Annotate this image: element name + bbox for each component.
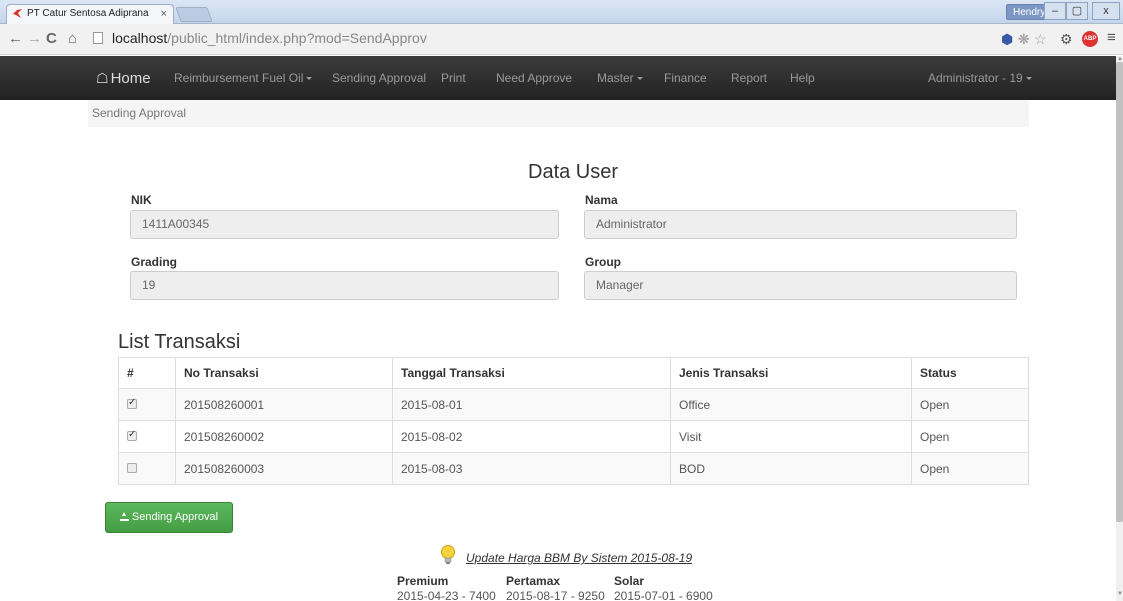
nav-master-dropdown[interactable]: Master [597,56,643,100]
window-close-button[interactable]: x [1092,2,1120,20]
nama-label: Nama [585,193,618,207]
forward-arrow-icon[interactable]: → [27,30,42,47]
grading-field[interactable]: 19 [130,271,559,300]
pertamax-value: 2015-08-17 - 9250 [506,589,605,601]
tab-title: PT Catur Sentosa Adiprana [27,8,149,19]
data-user-title: Data User [528,161,619,183]
solar-value: 2015-07-01 - 6900 [614,589,713,601]
new-tab-button[interactable] [175,7,213,22]
pertamax-label: Pertamax [506,574,561,588]
table-row: 201508260001 2015-08-01 Office Open [118,388,1029,421]
group-label: Group [585,255,621,269]
page-icon [93,32,103,44]
table-row: 201508260002 2015-08-02 Visit Open [118,420,1029,453]
window-minimize-button[interactable]: – [1044,2,1066,20]
browser-titlebar: PT Catur Sentosa Adiprana × Hendry – ▢ x [0,0,1123,24]
row-checkbox-cell [118,420,176,453]
sending-approval-button[interactable]: Sending Approval [105,502,233,533]
nav-sending-approval[interactable]: Sending Approval [332,56,426,100]
column-header: No Transaksi [175,357,393,389]
upload-icon [119,512,129,521]
home-icon: ☖ [96,70,109,86]
reload-icon[interactable]: C [46,30,57,47]
adblock-icon[interactable]: ABP [1082,31,1098,47]
tab-close-icon[interactable]: × [161,5,167,23]
jenis-cell: BOD [670,452,912,485]
url-host: localhost [112,30,168,46]
column-header: # [118,357,176,389]
nav-master-label: Master [597,71,634,85]
row-checkbox[interactable] [127,429,137,441]
nav-user-label: Administrator - 19 [928,71,1023,85]
nav-finance[interactable]: Finance [664,56,707,100]
extension-icon[interactable]: ⚙ [1060,31,1073,48]
breadcrumb: Sending Approval [88,100,1029,127]
sending-approval-button-label: Sending Approval [131,511,219,523]
address-bar[interactable]: localhost/public_html/index.php?mod=Send… [88,27,1088,50]
column-header: Status [911,357,1029,389]
scrollbar-thumb[interactable] [1116,62,1123,522]
premium-value: 2015-04-23 - 7400 [397,589,496,601]
jenis-cell: Office [670,388,912,421]
row-checkbox[interactable] [127,397,137,409]
back-arrow-icon[interactable]: ← [8,30,23,47]
list-transaksi-title: List Transaksi [118,331,241,353]
top-navbar: ☖ Home Reimbursement Fuel Oil Sending App… [0,56,1116,100]
scroll-down-arrow-icon[interactable]: ▼ [1117,591,1123,597]
grading-label: Grading [131,255,178,269]
caret-down-icon [1025,77,1032,81]
nav-reimbursement-label: Reimbursement Fuel Oil [174,71,304,85]
solar-label: Solar [614,574,645,588]
nav-need-approve[interactable]: Need Approve [496,56,572,100]
row-checkbox-cell [118,452,176,485]
caret-down-icon [306,77,313,81]
row-checkbox-cell [118,388,176,421]
extension-shield-icon[interactable]: ⬢ [1001,31,1013,48]
browser-tab[interactable]: PT Catur Sentosa Adiprana × [6,4,174,24]
nav-home[interactable]: ☖ Home [96,56,151,100]
nik-field[interactable]: 1411A00345 [130,210,559,239]
nav-report[interactable]: Report [731,56,767,100]
nav-help[interactable]: Help [790,56,815,100]
status-cell: Open [911,388,1029,421]
transaction-table: # No Transaksi Tanggal Transaksi Jenis T… [118,357,1029,485]
extension-settings-icon[interactable]: ❋ [1018,31,1030,48]
jenis-cell: Visit [670,420,912,453]
scroll-up-arrow-icon[interactable]: ▲ [1117,56,1123,62]
no-transaksi-cell: 201508260001 [175,388,393,421]
column-header: Tanggal Transaksi [392,357,671,389]
premium-label: Premium [397,574,449,588]
nav-reimbursement-dropdown[interactable]: Reimbursement Fuel Oil [174,56,313,100]
table-row: 201508260003 2015-08-03 BOD Open [118,452,1029,485]
lightbulb-icon [441,545,455,564]
tanggal-cell: 2015-08-03 [392,452,671,485]
home-icon[interactable]: ⌂ [68,30,77,47]
no-transaksi-cell: 201508260003 [175,452,393,485]
site-favicon-icon [13,9,22,18]
nik-label: NIK [131,193,152,207]
browser-menu-icon[interactable]: ≡ [1107,29,1116,46]
window-maximize-button[interactable]: ▢ [1066,2,1088,20]
tanggal-cell: 2015-08-02 [392,420,671,453]
tanggal-cell: 2015-08-01 [392,388,671,421]
status-cell: Open [911,452,1029,485]
bookmark-star-icon[interactable]: ☆ [1034,31,1047,48]
update-harga-bbm-link[interactable]: Update Harga BBM By Sistem 2015-08-19 [466,551,692,565]
browser-toolbar: ← → C ⌂ localhost/public_html/index.php?… [0,24,1123,55]
column-header: Jenis Transaksi [670,357,912,389]
nav-print[interactable]: Print [441,56,466,100]
nav-user-dropdown[interactable]: Administrator - 19 [928,56,1032,100]
url-path: /public_html/index.php?mod=SendApprov [167,30,427,46]
caret-down-icon [636,77,643,81]
nama-field[interactable]: Administrator [584,210,1017,239]
nav-home-label: Home [110,70,151,87]
group-field[interactable]: Manager [584,271,1017,300]
status-cell: Open [911,420,1029,453]
table-header-row: # No Transaksi Tanggal Transaksi Jenis T… [118,357,1029,389]
no-transaksi-cell: 201508260002 [175,420,393,453]
row-checkbox[interactable] [127,462,137,473]
